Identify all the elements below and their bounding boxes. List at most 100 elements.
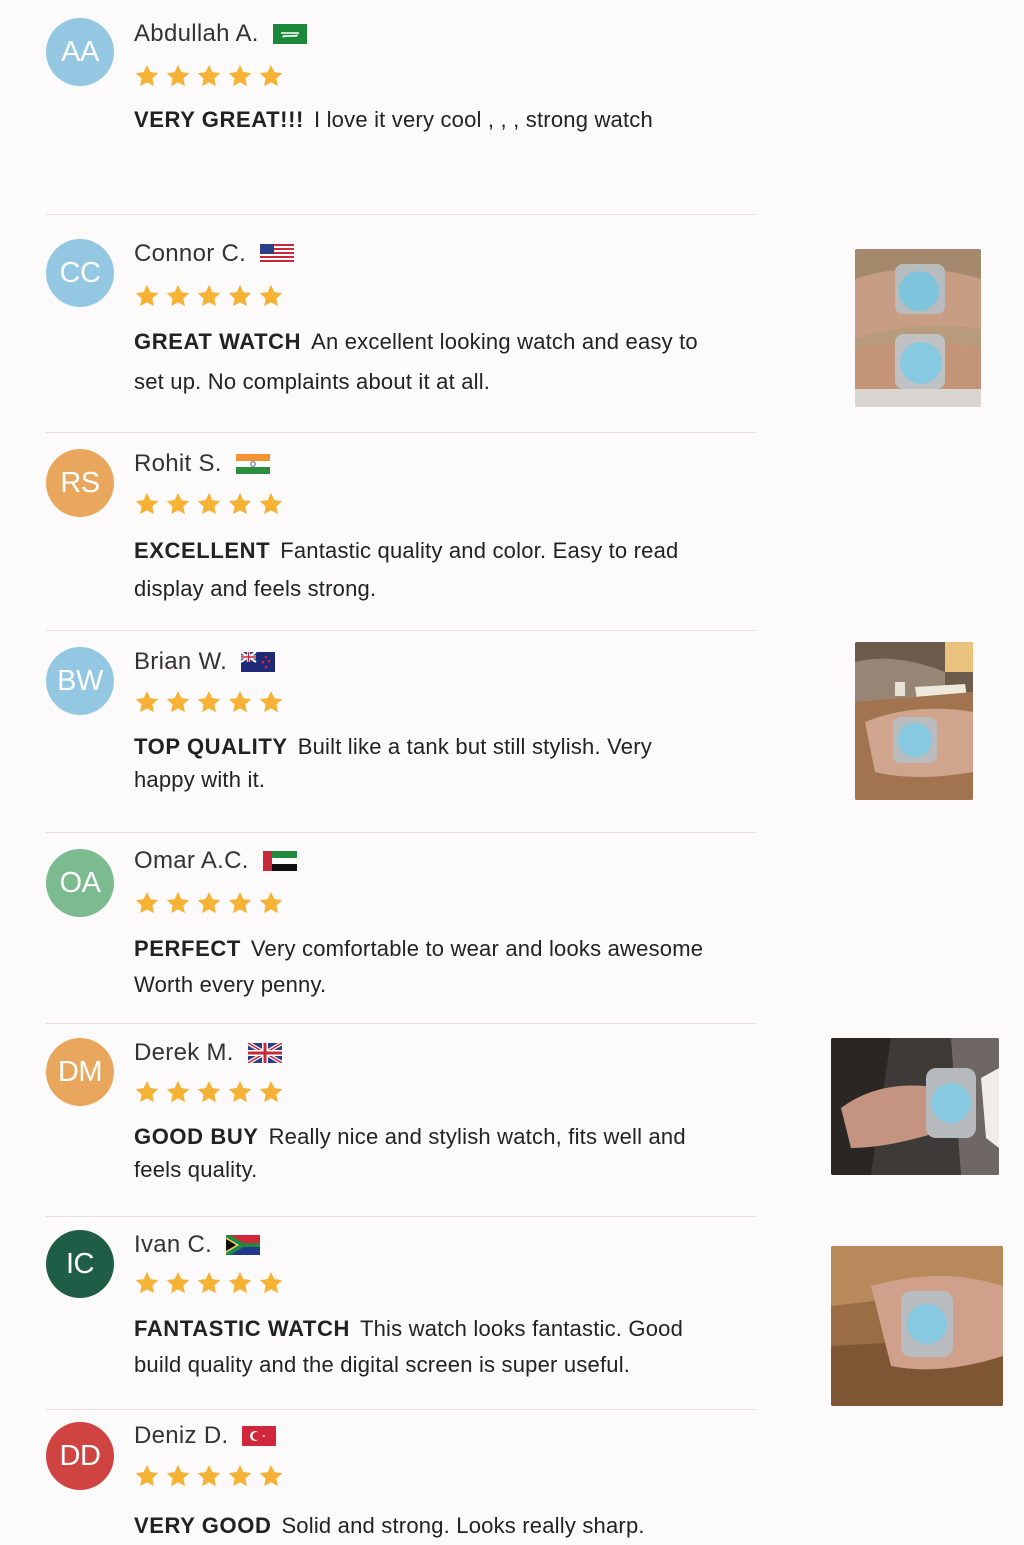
saudi-arabia-flag-icon <box>272 24 307 44</box>
star-icon <box>258 1270 284 1296</box>
star-icon <box>196 890 222 916</box>
star-icon <box>196 491 222 517</box>
star-icon <box>165 689 191 715</box>
star-icon <box>165 283 191 309</box>
avatar: RS <box>46 449 114 517</box>
star-icon <box>258 63 284 89</box>
divider <box>46 432 756 433</box>
star-icon <box>227 1463 253 1489</box>
star-icon <box>165 1463 191 1489</box>
star-icon <box>227 1270 253 1296</box>
turkey-flag-icon <box>242 1426 277 1446</box>
star-icon <box>134 1463 160 1489</box>
reviewer-name: Brian W. <box>134 648 228 675</box>
star-icon <box>258 1079 284 1105</box>
review-body-continued: happy with it. <box>134 767 266 792</box>
india-flag-icon <box>235 454 270 474</box>
uae-flag-icon <box>262 851 297 871</box>
review-body: I love it very cool , , , strong watch <box>313 107 653 132</box>
review-body-continued: build quality and the digital screen is … <box>134 1352 631 1377</box>
star-rating <box>134 1079 284 1105</box>
review-body-continued: set up. No complaints about it at all. <box>134 369 491 394</box>
review-body: Very comfortable to wear and looks aweso… <box>250 936 704 961</box>
avatar: AA <box>46 18 114 86</box>
review-body-continued: display and feels strong. <box>134 576 377 601</box>
star-icon <box>196 63 222 89</box>
star-rating <box>134 1270 284 1296</box>
star-icon <box>258 689 284 715</box>
star-icon <box>196 283 222 309</box>
star-icon <box>227 890 253 916</box>
star-icon <box>134 491 160 517</box>
star-icon <box>258 890 284 916</box>
uk-flag-icon <box>247 1043 282 1063</box>
avatar: IC <box>46 1230 114 1298</box>
star-icon <box>134 63 160 89</box>
review-title: TOP QUALITY <box>134 734 288 759</box>
reviewer-name: Connor C. <box>134 240 247 267</box>
review-body: This watch looks fantastic. Good <box>359 1316 684 1341</box>
south-africa-flag-icon <box>226 1235 261 1255</box>
reviewer-name: Deniz D. <box>134 1422 229 1449</box>
reviewer-name: Ivan C. <box>134 1231 213 1258</box>
divider <box>46 630 756 631</box>
review-text: VERY GOOD Solid and strong. Looks really … <box>134 1507 756 1545</box>
divider <box>46 832 756 833</box>
new-zealand-flag-icon <box>241 652 276 672</box>
wrist-on-chair-watch-photo[interactable] <box>855 642 973 800</box>
star-icon <box>258 491 284 517</box>
two-wrists-watch-photo[interactable] <box>855 249 981 407</box>
star-rating <box>134 283 284 309</box>
review-body-continued: Worth every penny. <box>134 972 327 997</box>
star-icon <box>165 491 191 517</box>
usa-flag-icon <box>260 244 295 264</box>
star-icon <box>134 283 160 309</box>
review-text: VERY GREAT!!! I love it very cool , , , s… <box>134 101 756 139</box>
reviewer-name: Omar A.C. <box>134 847 249 874</box>
star-icon <box>165 890 191 916</box>
reviewer-name: Rohit S. <box>134 450 222 477</box>
star-icon <box>227 491 253 517</box>
review-text: GREAT WATCH An excellent looking watch an… <box>134 323 756 403</box>
star-icon <box>227 63 253 89</box>
avatar: DD <box>46 1422 114 1490</box>
wrist-on-leather-bag-watch-photo[interactable] <box>831 1246 1003 1406</box>
star-icon <box>196 1270 222 1296</box>
review-body: An excellent looking watch and easy to <box>311 329 698 354</box>
star-icon <box>227 283 253 309</box>
star-icon <box>196 689 222 715</box>
review-title: VERY GREAT!!! <box>134 107 304 132</box>
divider <box>46 1023 756 1024</box>
review-body: Really nice and stylish watch, fits well… <box>268 1124 686 1149</box>
review-body: Built like a tank but still stylish. Ver… <box>297 734 652 759</box>
star-icon <box>227 689 253 715</box>
review-title: GREAT WATCH <box>134 329 302 354</box>
wrist-in-suit-watch-photo[interactable] <box>831 1038 999 1175</box>
review-body-continued: feels quality. <box>134 1157 258 1182</box>
reviewer-name: Derek M. <box>134 1039 234 1066</box>
avatar: OA <box>46 849 114 917</box>
review-title: PERFECT <box>134 936 241 961</box>
star-icon <box>134 890 160 916</box>
avatar: BW <box>46 647 114 715</box>
review-title: EXCELLENT <box>134 538 271 563</box>
reviewer-name: Abdullah A. <box>134 20 259 47</box>
star-rating <box>134 63 284 89</box>
star-rating <box>134 689 284 715</box>
review-title: GOOD BUY <box>134 1124 259 1149</box>
star-rating <box>134 890 284 916</box>
review-title: VERY GOOD <box>134 1513 272 1538</box>
review-text: GOOD BUY Really nice and stylish watch, f… <box>134 1120 756 1186</box>
star-icon <box>165 1270 191 1296</box>
star-icon <box>134 1270 160 1296</box>
review-text: FANTASTIC WATCH This watch looks fantasti… <box>134 1311 756 1383</box>
star-icon <box>258 1463 284 1489</box>
star-icon <box>258 283 284 309</box>
divider <box>46 214 756 215</box>
divider <box>46 1409 756 1410</box>
star-icon <box>227 1079 253 1105</box>
star-icon <box>134 689 160 715</box>
star-icon <box>196 1463 222 1489</box>
star-icon <box>196 1079 222 1105</box>
review-body: Solid and strong. Looks really sharp. <box>281 1513 645 1538</box>
